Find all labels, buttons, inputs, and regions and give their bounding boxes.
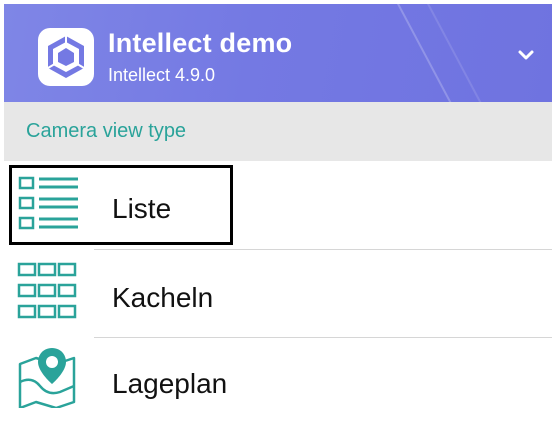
- section-title: Camera view type: [26, 120, 187, 142]
- grid-view-icon: [17, 262, 77, 319]
- server-header[interactable]: Intellect demo Intellect 4.9.0: [4, 4, 552, 102]
- server-title: Intellect demo: [108, 28, 293, 58]
- selection-highlight: [9, 165, 233, 245]
- chevron-down-icon[interactable]: [516, 48, 536, 62]
- header-decoration-line: [421, 4, 499, 102]
- intellect-logo-icon: [38, 28, 94, 86]
- view-type-label: Lageplan: [112, 368, 228, 399]
- section-header: Camera view type: [4, 102, 552, 161]
- server-version: Intellect 4.9.0: [108, 65, 216, 85]
- view-type-item-map[interactable]: Lageplan: [4, 338, 552, 421]
- view-type-label: Kacheln: [112, 282, 214, 313]
- app-window: Intellect demo Intellect 4.9.0 Camera vi…: [0, 0, 554, 421]
- header-decoration-line: [391, 4, 469, 102]
- map-view-icon: [18, 348, 76, 408]
- view-type-item-grid[interactable]: Kacheln: [4, 250, 552, 336]
